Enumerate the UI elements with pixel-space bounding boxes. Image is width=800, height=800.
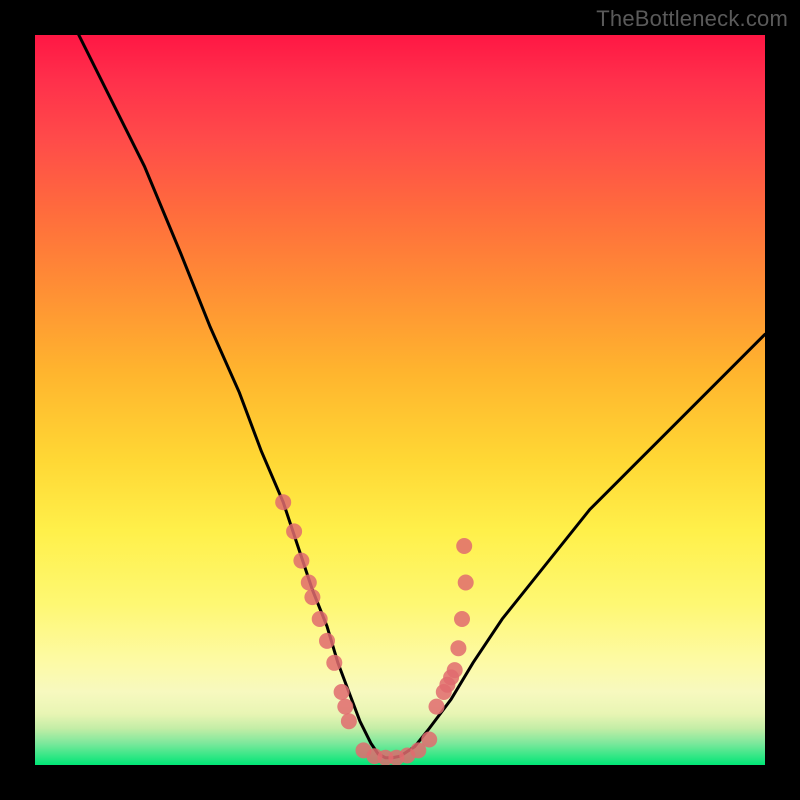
data-point xyxy=(337,699,353,715)
data-point xyxy=(301,575,317,591)
chart-container: TheBottleneck.com xyxy=(0,0,800,800)
bottleneck-curve xyxy=(79,35,765,758)
data-point xyxy=(439,677,455,693)
data-point xyxy=(326,655,342,671)
watermark-text: TheBottleneck.com xyxy=(596,6,788,32)
data-point xyxy=(293,553,309,569)
data-point xyxy=(450,640,466,656)
data-point xyxy=(341,713,357,729)
data-point xyxy=(421,732,437,748)
data-point xyxy=(334,684,350,700)
data-point xyxy=(458,575,474,591)
data-point xyxy=(454,611,470,627)
data-point xyxy=(286,523,302,539)
data-point xyxy=(275,494,291,510)
chart-overlay xyxy=(35,35,765,765)
data-point xyxy=(447,662,463,678)
data-point xyxy=(456,538,472,554)
scatter-points xyxy=(275,494,474,765)
data-point xyxy=(319,633,335,649)
data-point xyxy=(312,611,328,627)
data-point xyxy=(304,589,320,605)
data-point xyxy=(429,699,445,715)
